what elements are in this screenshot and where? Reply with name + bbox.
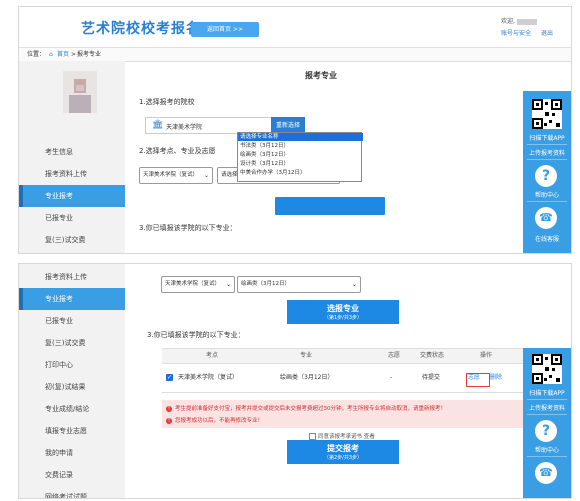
sidebar-item-my-applications[interactable]: 我的申请 xyxy=(19,442,125,464)
sidebar-item-retest-fee[interactable]: 复(三)试交费 xyxy=(19,229,125,251)
step3-label: 3.你已填报该学院的以下专业： xyxy=(147,331,245,339)
warning-line: ! 考生提前准备好支付宝，报考并提交或提交后未交报考费超过30分钟，考生所报专业将… xyxy=(166,405,447,412)
sidebar-item-applied-majors[interactable]: 已报专业 xyxy=(19,310,125,332)
warning-box: ! 考生提前准备好支付宝，报考并提交或提交后未交报考费超过30分钟，考生所报专业将… xyxy=(162,400,524,428)
major-select[interactable]: 绘画类（3月12日） ⌄ xyxy=(237,276,361,293)
col-header: 考点 xyxy=(206,352,219,359)
submit-apply-button[interactable]: 提交报考 （第2步/共3步） xyxy=(287,440,399,464)
agreement-checkbox-row[interactable]: 同意该报考承诺书 查看 xyxy=(309,432,375,440)
page-title: 报考专业 xyxy=(305,71,337,80)
breadcrumb-home-link[interactable]: 首页 xyxy=(57,48,69,61)
welcome-text: 欢迎, xyxy=(501,16,537,25)
avatar xyxy=(63,71,97,113)
major-option[interactable]: 绘画类（3月12日） xyxy=(238,151,363,159)
major-option[interactable]: 书法类（3月12日） xyxy=(238,142,363,150)
logout-link[interactable]: 退出 xyxy=(541,28,553,37)
blurred-username xyxy=(516,18,537,25)
select-major-button[interactable]: 选报专业 （第1步/共3步） xyxy=(287,300,399,324)
agreement-checkbox[interactable] xyxy=(309,433,316,440)
sidebar-item-wishes[interactable]: 填报专业志愿 xyxy=(19,420,125,442)
chevron-down-icon: ⌄ xyxy=(203,172,209,179)
breadcrumb-separator: > xyxy=(71,51,77,58)
divider xyxy=(527,144,567,145)
home-icon[interactable]: ⌂ xyxy=(49,48,53,61)
divider xyxy=(527,399,567,400)
divider xyxy=(527,159,567,160)
headset-icon[interactable]: ☎ xyxy=(535,207,557,229)
col-header: 专业 xyxy=(300,352,313,359)
sidebar: 报考资料上传 专业报考 已报专业 复(三)试交费 打印中心 初(复)试结果 专业… xyxy=(19,264,125,498)
chevron-down-icon: ⌄ xyxy=(225,281,231,288)
help-center-link[interactable]: 帮助中心 xyxy=(523,190,571,199)
sidebar-item-upload[interactable]: 报考资料上传 xyxy=(19,266,125,288)
university-name: 天津美术学院 xyxy=(166,124,203,131)
app-download-text[interactable]: 扫描下载APP xyxy=(523,133,571,142)
breadcrumb-current: 报考专业 xyxy=(77,51,102,58)
breadcrumb-prefix: 位置： xyxy=(27,51,46,58)
cell-status: 待提交 xyxy=(422,374,441,381)
sidebar-item-upload[interactable]: 报考资料上传 xyxy=(19,163,125,185)
account-security-link[interactable]: 账号与安全 xyxy=(501,28,531,37)
university-icon: 🏛 xyxy=(152,120,164,130)
col-header: 志愿 xyxy=(388,352,401,359)
sidebar-item-student-info[interactable]: 考生信息 xyxy=(19,141,125,163)
warning-line: ! 您报考成功以后，不能再修改专业！ xyxy=(166,417,264,424)
right-float-bar: 扫描下载APP 上传报考资料 ? 帮助中心 ☎ 在线客服 xyxy=(523,91,571,253)
qr-code xyxy=(532,354,562,384)
help-icon[interactable]: ? xyxy=(535,420,557,442)
help-icon[interactable]: ? xyxy=(535,165,557,187)
select-major-button-behind[interactable] xyxy=(275,197,385,215)
cell-site: 天津美术学院（复试） xyxy=(178,374,239,381)
help-center-link[interactable]: 帮助中心 xyxy=(523,445,571,454)
sidebar-item-print-center[interactable]: 打印中心 xyxy=(19,354,125,376)
divider xyxy=(527,456,567,457)
sidebar-item-results[interactable]: 初(复)试结果 xyxy=(19,376,125,398)
qr-code xyxy=(532,99,562,129)
home-button[interactable]: 返回首页 >> xyxy=(191,22,259,37)
upload-materials-link[interactable]: 上传报考资料 xyxy=(523,148,571,157)
step2-label: 2.选择考点、专业及志愿 xyxy=(139,147,216,155)
exam-site-select[interactable]: 天津美术学院（复试） ⌄ xyxy=(139,167,213,184)
major-dropdown: 请选择专业名称 书法类（3月12日） 绘画类（3月12日） 设计类（3月12日）… xyxy=(237,132,363,182)
delete-link[interactable]: 删除 xyxy=(490,364,502,392)
row-checkbox[interactable]: ✓ xyxy=(166,374,173,381)
chevron-down-icon: ⌄ xyxy=(351,281,357,288)
site-title: 艺术院校校考报名 xyxy=(81,21,201,37)
sidebar-item-apply-major[interactable]: 专业报考 xyxy=(19,185,125,207)
sidebar-item-fee-records[interactable]: 交费记录 xyxy=(19,464,125,486)
exam-site-select[interactable]: 天津美术学院（复试） ⌄ xyxy=(161,276,235,293)
upload-materials-link[interactable]: 上传报考资料 xyxy=(523,403,571,412)
table-header: 考点 专业 志愿 交费状态 操作 xyxy=(162,348,524,364)
sidebar: 考生信息 报考资料上传 专业报考 已报专业 复(三)试交费 xyxy=(19,61,125,253)
col-header: 交费状态 xyxy=(420,352,445,359)
exclamation-icon: ! xyxy=(166,405,172,412)
highlight-annotation xyxy=(466,373,490,387)
divider xyxy=(527,201,567,202)
breadcrumb: 位置： ⌂ 首页 > 报考专业 xyxy=(19,47,571,62)
divider xyxy=(527,414,567,415)
header: 艺术院校校考报名 返回首页 >> 欢迎, 账号与安全 退出 xyxy=(19,7,571,47)
major-option[interactable]: 中美合作办学（3月12日） xyxy=(238,169,363,177)
screenshot-bottom: 报考资料上传 专业报考 已报专业 复(三)试交费 打印中心 初(复)试结果 专业… xyxy=(18,263,572,499)
step3-label: 3.你已填报该学院的以下专业： xyxy=(139,224,237,232)
step1-label: 1.选择报考的院校 xyxy=(139,98,195,106)
col-header: 操作 xyxy=(480,352,493,359)
sidebar-item-scores[interactable]: 专业成绩/结论 xyxy=(19,398,125,420)
major-option[interactable]: 请选择专业名称 xyxy=(238,133,363,141)
sidebar-item-online-exam[interactable]: 网络考试试题 xyxy=(19,486,125,498)
cell-major: 绘画类（3月12日） xyxy=(280,374,334,381)
app-download-text[interactable]: 扫描下载APP xyxy=(523,388,571,397)
sidebar-item-apply-major[interactable]: 专业报考 xyxy=(19,288,125,310)
cell-wish: - xyxy=(390,374,393,381)
sidebar-item-applied-majors[interactable]: 已报专业 xyxy=(19,207,125,229)
screenshot-top: 艺术院校校考报名 返回首页 >> 欢迎, 账号与安全 退出 位置： ⌂ 首页 >… xyxy=(18,6,572,254)
exclamation-icon: ! xyxy=(166,417,172,424)
headset-icon[interactable]: ☎ xyxy=(535,462,557,484)
right-float-bar: 扫描下载APP 上传报考资料 ? 帮助中心 ☎ xyxy=(523,348,571,498)
major-option[interactable]: 设计类（3月12日） xyxy=(238,160,363,168)
online-service-link[interactable]: 在线客服 xyxy=(523,234,571,243)
sidebar-item-retest-fee[interactable]: 复(三)试交费 xyxy=(19,332,125,354)
